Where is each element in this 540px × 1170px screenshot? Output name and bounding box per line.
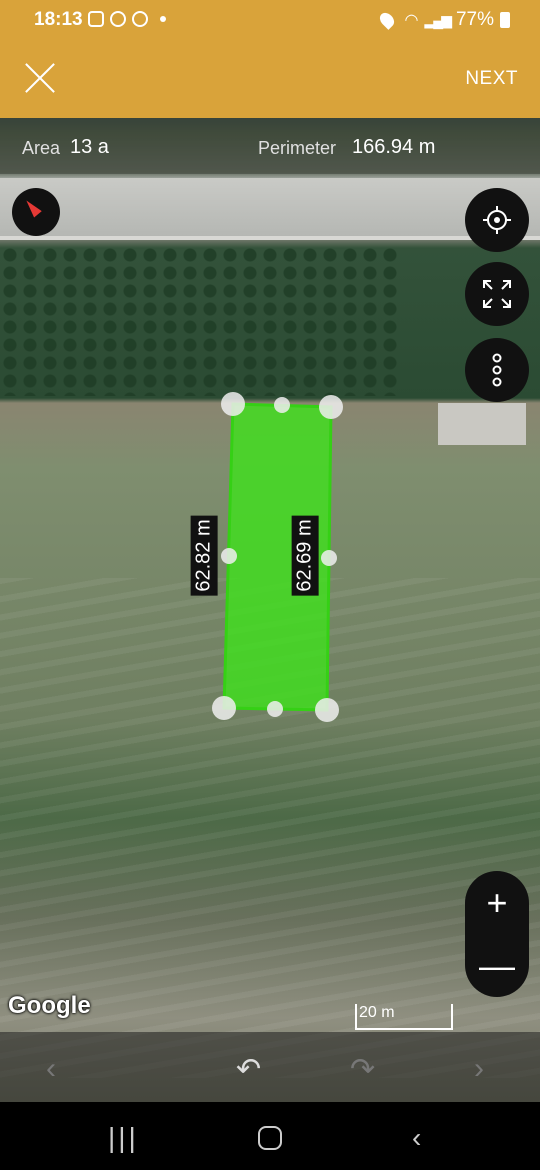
notification-icons [88, 11, 166, 27]
more-notifications-icon [160, 16, 166, 22]
battery-icon [500, 12, 510, 28]
minus-icon[interactable]: — [465, 934, 529, 997]
top-toolbar: NEXT [0, 40, 540, 118]
status-time: 18:13 [34, 9, 83, 30]
app-notification-icon [110, 11, 126, 27]
midpoint-handle[interactable] [267, 701, 283, 717]
vertex-handle[interactable] [212, 696, 236, 720]
scale-bar: 20 m [355, 1004, 453, 1030]
next-icon[interactable]: › [474, 1052, 484, 1086]
system-nav-bar: ||| ‹ [0, 1102, 540, 1170]
right-side-length: 62.69 m [291, 515, 319, 596]
zoom-controls: + — [465, 871, 529, 997]
previous-icon[interactable]: ‹ [46, 1052, 56, 1086]
close-icon[interactable] [20, 58, 60, 98]
next-button[interactable]: NEXT [465, 68, 518, 90]
midpoint-handle[interactable] [321, 550, 337, 566]
battery-percent: 77% [455, 9, 494, 30]
vertex-handle[interactable] [319, 395, 343, 419]
wifi-icon: ◠ [404, 12, 419, 29]
satellite-map[interactable]: Area 13 a Perimeter 166.94 m 62.82 m 62.… [0, 118, 540, 1102]
undo-icon[interactable]: ↶ [236, 1052, 261, 1087]
signal-icon: ▂▄▆ [424, 11, 452, 28]
midpoint-handle[interactable] [274, 397, 290, 413]
vertex-handle[interactable] [221, 392, 245, 416]
home-icon[interactable] [258, 1126, 282, 1150]
recent-apps-icon[interactable]: ||| [108, 1122, 139, 1154]
redo-icon[interactable]: ↷ [350, 1052, 375, 1087]
plus-icon[interactable]: + [465, 871, 529, 934]
back-icon[interactable]: ‹ [412, 1122, 421, 1154]
vertex-handle[interactable] [315, 698, 339, 722]
plot-overlay[interactable] [0, 118, 540, 1102]
status-bar: 18:13 ◠ ▂▄▆ 77% [0, 0, 540, 40]
left-side-length: 62.82 m [190, 515, 218, 596]
status-right: ◠ ▂▄▆ 77% [376, 9, 510, 31]
google-attribution: Google [8, 992, 91, 1019]
app-notification-icon [132, 11, 148, 27]
gallery-icon [88, 11, 104, 27]
location-icon [376, 10, 397, 30]
midpoint-handle[interactable] [221, 548, 237, 564]
edit-action-bar: ‹ ↶ ↷ › [0, 1032, 540, 1102]
